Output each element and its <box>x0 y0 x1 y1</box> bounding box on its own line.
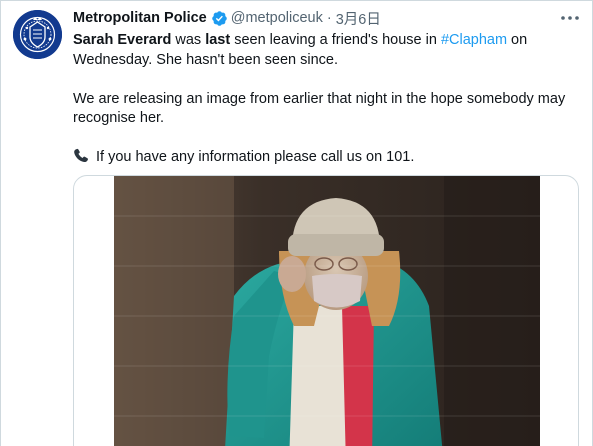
hashtag-link[interactable]: #Clapham <box>441 32 507 48</box>
cctv-photo[interactable] <box>114 176 540 446</box>
tweet-date[interactable]: 3月6日 <box>336 8 381 29</box>
tweet-header: Metropolitan Police @metpoliceuk · 3月6日 <box>73 8 381 28</box>
met-police-crest-icon <box>13 10 62 59</box>
more-options-icon <box>561 16 579 20</box>
author-handle[interactable]: @metpoliceuk <box>231 10 323 26</box>
tweet-paragraph-2: We are releasing an image from earlier t… <box>73 90 566 127</box>
emphasis-word: last <box>205 32 231 48</box>
more-options-button[interactable] <box>559 9 581 27</box>
author-name[interactable]: Metropolitan Police <box>73 10 207 26</box>
cctv-image <box>114 176 540 446</box>
text-fragment: was <box>171 32 206 48</box>
tweet-text: Sarah Everard was last seen leaving a fr… <box>73 31 578 168</box>
tweet-paragraph-1: Sarah Everard was last seen leaving a fr… <box>73 31 578 70</box>
text-fragment: seen leaving a friend's house in <box>230 32 441 48</box>
avatar[interactable] <box>13 10 62 59</box>
telephone-receiver-icon <box>73 148 90 163</box>
verified-badge-icon <box>211 10 228 27</box>
tweet-paragraph-3: If you have any information please call … <box>73 148 578 168</box>
contact-info-text: If you have any information please call … <box>96 149 415 165</box>
tweet-media[interactable] <box>73 175 579 446</box>
header-separator: · <box>326 10 332 26</box>
person-name: Sarah Everard <box>73 32 172 48</box>
